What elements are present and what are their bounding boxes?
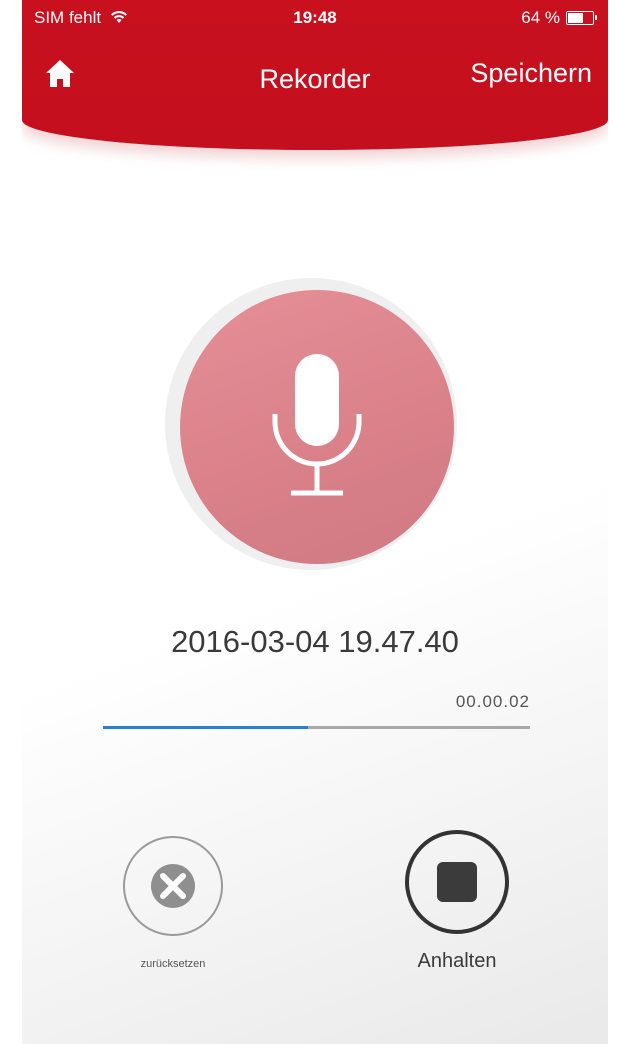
battery-level: [568, 13, 583, 23]
elapsed-time: 00.00.02: [455, 692, 530, 711]
status-time: 19:48: [293, 8, 337, 27]
record-button[interactable]: [180, 290, 454, 564]
stop-label: Anhalten: [417, 950, 497, 972]
recording-progress-bar: [103, 726, 530, 729]
reset-label: zurücksetzen: [140, 958, 206, 970]
microphone-icon: [272, 354, 362, 496]
header-bar: SIM fehlt 19:48 64 % Rekorder Speichern: [22, 0, 608, 150]
recording-timestamp: 2016-03-04 19.47.40: [171, 624, 459, 659]
progress-fill: [103, 726, 308, 729]
close-icon: [151, 864, 195, 908]
stop-icon: [437, 862, 477, 902]
stop-button[interactable]: [405, 830, 509, 934]
reset-button[interactable]: [123, 836, 223, 936]
save-button[interactable]: Speichern: [470, 58, 592, 89]
status-bar: SIM fehlt 19:48 64 %: [22, 6, 608, 32]
battery-status: 64 %: [521, 8, 597, 28]
battery-tip: [595, 15, 597, 20]
recorder-screen: SIM fehlt 19:48 64 % Rekorder Speichern …: [22, 0, 608, 1044]
battery-percent: 64 %: [521, 8, 560, 27]
battery-icon: [566, 11, 597, 25]
